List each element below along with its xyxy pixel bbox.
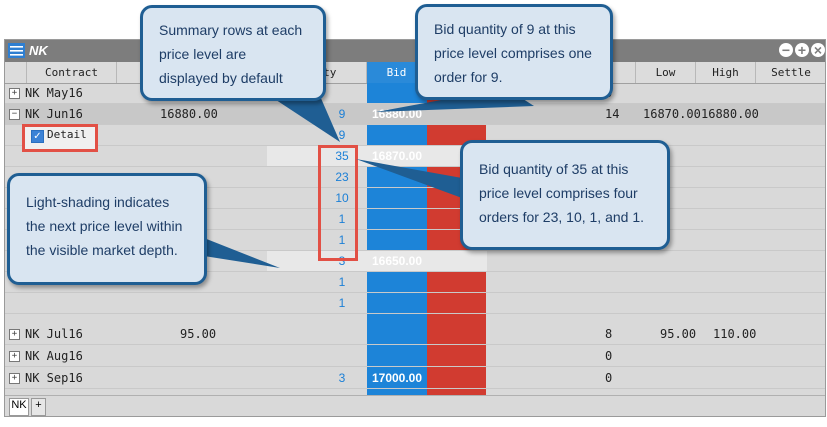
header-settle[interactable]: Settle (756, 62, 825, 83)
table-row[interactable]: + NK Sep16 3 17000.00 0 (5, 368, 825, 389)
window-title: NK (29, 43, 48, 58)
callout-light-shading: Light-shading indicates the next price l… (7, 173, 207, 285)
bid-price[interactable]: 16880.00 (367, 104, 427, 125)
high-value: 16880.00 (701, 107, 759, 121)
expand-icon[interactable]: + (9, 373, 20, 384)
tab-bar: NK + (5, 395, 825, 416)
minimize-icon[interactable]: − (779, 43, 793, 57)
header-low[interactable]: Low (636, 62, 696, 83)
bidqty-value[interactable]: 3 (312, 368, 372, 389)
vol-value: 0 (605, 349, 613, 363)
contract-name: NK Jun16 (25, 107, 83, 121)
contract-name: NK Sep16 (25, 371, 83, 385)
callout-bid-qty-35: Bid quantity of 35 at this price level c… (460, 140, 670, 250)
expand-icon[interactable]: + (9, 88, 20, 99)
callout-text: Bid quantity of 9 at this price level co… (434, 21, 592, 85)
expand-icon[interactable]: + (9, 351, 20, 362)
pos-value: 95.00 (180, 327, 217, 341)
vol-value: 0 (605, 371, 613, 385)
menu-icon[interactable] (8, 43, 25, 58)
highlight-detail (22, 124, 98, 152)
contract-name: NK Jul16 (25, 327, 83, 341)
order-qty[interactable]: 9 (312, 125, 372, 146)
callout-text: Summary rows at each price level are dis… (159, 22, 303, 86)
low-value: 95.00 (660, 327, 697, 341)
vol-value: 8 (605, 327, 613, 341)
tab-nk[interactable]: NK (9, 398, 29, 416)
bid-price[interactable]: 17000.00 (367, 368, 427, 389)
high-value: 110.00 (713, 327, 757, 341)
table-row[interactable]: + NK Jul16 95.00 8 95.00 110.00 (5, 324, 825, 345)
contract-name: NK May16 (25, 86, 83, 100)
highlight-orders (318, 145, 358, 261)
bidqty-value[interactable]: 9 (312, 104, 372, 125)
header-high[interactable]: High (696, 62, 756, 83)
depth-row: 35 16870.00 (5, 146, 825, 167)
callout-text: Light-shading indicates the next price l… (26, 194, 183, 258)
header-contract[interactable]: Contract (27, 62, 117, 83)
order-qty[interactable]: 1 (312, 272, 372, 293)
callout-summary-rows: Summary rows at each price level are dis… (140, 5, 326, 101)
expand-icon[interactable]: + (9, 329, 20, 340)
close-icon[interactable]: × (811, 43, 825, 57)
add-tab-button[interactable]: + (31, 398, 46, 416)
depth-row: 9 (5, 125, 825, 146)
callout-bid-qty-9: Bid quantity of 9 at this price level co… (415, 4, 613, 100)
collapse-icon[interactable]: − (9, 109, 20, 120)
pos-value: 16880.00 (160, 107, 218, 121)
contract-name: NK Aug16 (25, 349, 83, 363)
low-value: 16870.00 (643, 107, 701, 121)
order-qty[interactable]: 1 (312, 293, 372, 314)
table-row-selected[interactable]: − NK Jun16 16880.00 9 16880.00 14 16870.… (5, 104, 825, 125)
level-price[interactable]: 16650.00 (367, 251, 427, 272)
level-price[interactable]: 16870.00 (367, 146, 427, 167)
table-row[interactable]: + NK Aug16 0 (5, 346, 825, 367)
callout-text: Bid quantity of 35 at this price level c… (479, 161, 644, 225)
depth-row: 1 (5, 293, 825, 314)
vol-value: 14 (605, 107, 620, 121)
header-spacer (5, 62, 27, 83)
add-icon[interactable]: + (795, 43, 809, 57)
